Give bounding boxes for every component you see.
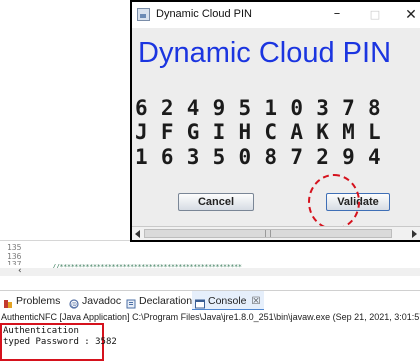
- tab-label: Javadoc: [82, 295, 122, 307]
- minimize-button[interactable]: –: [324, 6, 350, 24]
- close-button[interactable]: ✕: [398, 6, 420, 24]
- pin-heading: Dynamic Cloud PIN: [138, 37, 392, 69]
- views-tab-bar: Problems @ Javadoc Declaration Console ☒: [0, 290, 420, 311]
- javadoc-icon: @: [69, 296, 79, 309]
- window-content: Dynamic Cloud PIN – □ ✕ Dynamic Cloud PI…: [132, 2, 420, 240]
- line-number: 137: [7, 260, 22, 265]
- tab-label: Console: [208, 295, 247, 307]
- pin-row-letters: J F G I H C A K M L: [135, 120, 381, 144]
- console-output-line: Authentication: [3, 326, 79, 336]
- declaration-icon: [126, 296, 136, 309]
- console-icon: [195, 296, 205, 309]
- tab-declaration[interactable]: Declaration: [126, 291, 192, 311]
- console-output-line: typed Password : 3582: [3, 337, 117, 347]
- line-number: 135: [7, 243, 22, 252]
- maximize-button[interactable]: □: [362, 6, 388, 24]
- tab-label: Declaration: [139, 295, 193, 307]
- editor-horizontal-scrollbar[interactable]: ‹: [0, 266, 420, 276]
- pin-row-digits-2: 1 6 3 5 0 8 7 2 9 4: [135, 145, 381, 169]
- title-bar[interactable]: Dynamic Cloud PIN – □ ✕: [132, 2, 420, 28]
- pin-row-digits: 6 2 4 9 5 1 0 3 7 8: [135, 96, 381, 120]
- close-icon[interactable]: ☒: [252, 296, 261, 307]
- cancel-button[interactable]: Cancel: [178, 193, 254, 211]
- scroll-left-icon[interactable]: ‹: [18, 266, 22, 276]
- scrollbar-grip-icon: [265, 230, 271, 237]
- scroll-right-icon[interactable]: [412, 230, 417, 238]
- console-launch-info: AuthenticNFC [Java Application] C:\Progr…: [1, 312, 420, 322]
- dynamic-cloud-pin-window: Dynamic Cloud PIN – □ ✕ Dynamic Cloud PI…: [130, 0, 420, 242]
- tab-problems[interactable]: Problems: [3, 291, 60, 311]
- problems-icon: [3, 296, 13, 309]
- console-view[interactable]: AuthenticNFC [Java Application] C:\Progr…: [0, 310, 420, 361]
- tab-console[interactable]: Console ☒: [192, 291, 264, 311]
- window-title: Dynamic Cloud PIN: [156, 8, 252, 20]
- scroll-left-icon[interactable]: [135, 230, 140, 238]
- app-window-icon: [137, 8, 150, 21]
- tab-label: Problems: [16, 295, 61, 307]
- validate-highlight-circle: [308, 174, 360, 230]
- code-editor[interactable]: 135 136 137 //**************************…: [0, 240, 420, 276]
- horizontal-scrollbar[interactable]: [132, 226, 420, 240]
- tab-javadoc[interactable]: @ Javadoc: [69, 291, 121, 311]
- svg-text:@: @: [71, 302, 77, 309]
